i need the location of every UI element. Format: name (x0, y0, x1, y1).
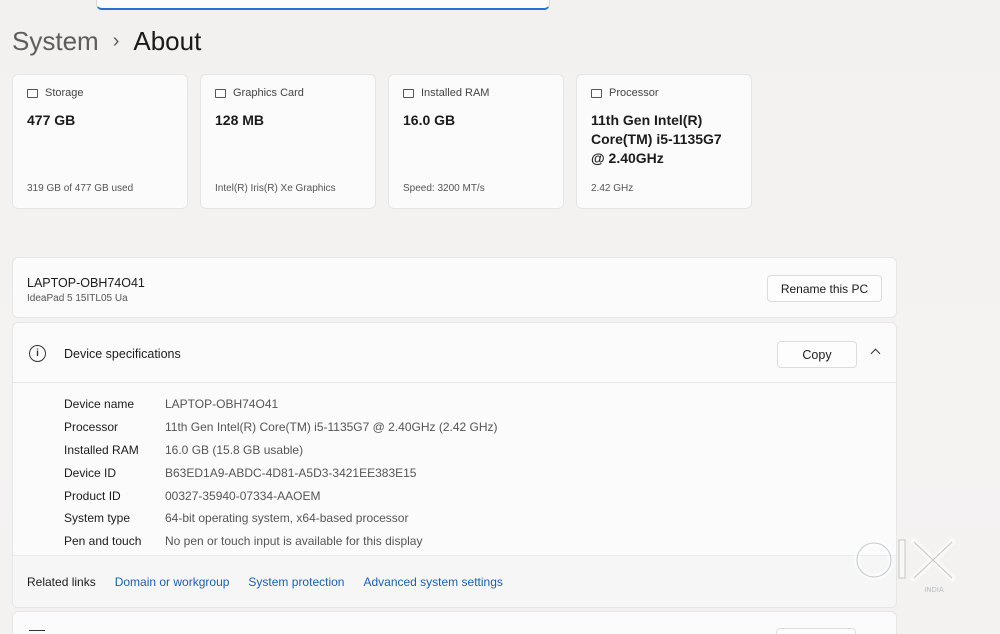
tile-value: 477 GB (27, 112, 76, 128)
breadcrumb-system[interactable]: System (12, 26, 99, 57)
rename-pc-button[interactable]: Rename this PC (767, 275, 882, 302)
tile-value: 11th Gen Intel(R) Core(TM) i5-1135G7 @ 2… (591, 112, 722, 166)
tile-sub: Intel(R) Iris(R) Xe Graphics (215, 183, 336, 194)
spec-row: Device name LAPTOP-OBH74O41 (64, 393, 896, 416)
copy-button-secondary[interactable] (776, 628, 856, 634)
pc-name: LAPTOP-OBH74O41 (27, 276, 145, 290)
spec-label: Product ID (64, 488, 121, 503)
chevron-up-icon[interactable] (870, 348, 881, 359)
spec-value: 11th Gen Intel(R) Core(TM) i5-1135G7 @ 2… (165, 420, 498, 435)
tile-value: 16.0 GB (403, 112, 456, 128)
tile-installed-ram[interactable]: Installed RAM 16.0 GB Speed: 3200 MT/s (388, 74, 564, 209)
link-advanced-system-settings[interactable]: Advanced system settings (363, 575, 502, 589)
device-specifications-card: i Device specifications Copy Device name… (12, 322, 897, 608)
tile-sub: 2.42 GHz (591, 183, 634, 194)
tile-label: Storage (45, 87, 84, 99)
tile-graphics-card[interactable]: Graphics Card 128 MB Intel(R) Iris(R) Xe… (200, 74, 376, 209)
spec-value: 64-bit operating system, x64-based proce… (165, 511, 409, 526)
tile-label: Installed RAM (421, 87, 490, 99)
spec-tiles: Storage 477 GB 319 GB of 477 GB used Gra… (12, 74, 752, 209)
spec-label: Installed RAM (64, 442, 139, 457)
tile-label: Processor (609, 87, 659, 99)
link-system-protection[interactable]: System protection (248, 575, 344, 589)
spec-list: Device name LAPTOP-OBH74O41 Processor 11th… (13, 383, 896, 553)
breadcrumb: System › About (12, 26, 201, 57)
watermark-sub: INDIA (924, 586, 944, 594)
spec-row: Device ID B63ED1A9-ABDC-4D81-A5D3-3421EE3… (64, 461, 896, 484)
related-links: Related links Domain or workgroup System… (13, 555, 896, 607)
tile-processor[interactable]: Processor 11th Gen Intel(R) Core(TM) i5-… (576, 74, 752, 209)
tile-sub: 319 GB of 477 GB used (27, 183, 134, 194)
spec-row: Processor 11th Gen Intel(R) Core(TM) i5-1… (64, 416, 896, 439)
spec-row: Product ID 00327-35940-07334-AAOEM (64, 484, 896, 507)
spec-label: Device ID (64, 465, 117, 480)
olx-watermark-logo: INDIA (854, 538, 956, 594)
spec-label: Pen and touch (64, 534, 142, 549)
windows-specifications-card (12, 611, 897, 634)
windows-icon (29, 630, 45, 634)
spec-row: Installed RAM 16.0 GB (15.8 GB usable) (64, 439, 896, 462)
spec-row: System type 64-bit operating system, x64-… (64, 507, 896, 530)
spec-label: System type (64, 511, 131, 526)
tile-sub: Speed: 3200 MT/s (403, 183, 485, 194)
ram-icon (403, 88, 414, 98)
tile-storage[interactable]: Storage 477 GB 319 GB of 477 GB used (12, 74, 188, 209)
chevron-right-icon: › (112, 30, 120, 52)
pc-model: IdeaPad 5 15ITL05 Ua (27, 293, 128, 304)
pc-name-card: LAPTOP-OBH74O41 IdeaPad 5 15ITL05 Ua Ren… (12, 257, 897, 318)
copy-button[interactable]: Copy (777, 341, 857, 368)
tile-value: 128 MB (215, 112, 265, 128)
spec-value: B63ED1A9-ABDC-4D81-A5D3-3421EE383E15 (165, 465, 417, 480)
spec-row: Pen and touch No pen or touch input is av… (64, 530, 896, 553)
search-box[interactable] (96, 0, 550, 10)
spec-value: 16.0 GB (15.8 GB usable) (165, 442, 304, 457)
processor-icon (591, 88, 602, 98)
storage-icon (27, 88, 38, 98)
spec-value: No pen or touch input is available for t… (165, 534, 423, 549)
spec-value: LAPTOP-OBH74O41 (165, 397, 279, 412)
page-title: About (133, 26, 202, 56)
device-specifications-header[interactable]: i Device specifications Copy (13, 323, 896, 383)
section-title: Device specifications (64, 347, 181, 361)
info-icon: i (29, 345, 46, 362)
spec-value: 00327-35940-07334-AAOEM (165, 488, 321, 503)
tile-label: Graphics Card (233, 87, 304, 99)
spec-label: Device name (64, 397, 135, 412)
graphics-card-icon (215, 88, 226, 98)
link-domain-or-workgroup[interactable]: Domain or workgroup (115, 575, 230, 589)
spec-label: Processor (64, 420, 119, 435)
related-links-label: Related links (27, 574, 96, 589)
